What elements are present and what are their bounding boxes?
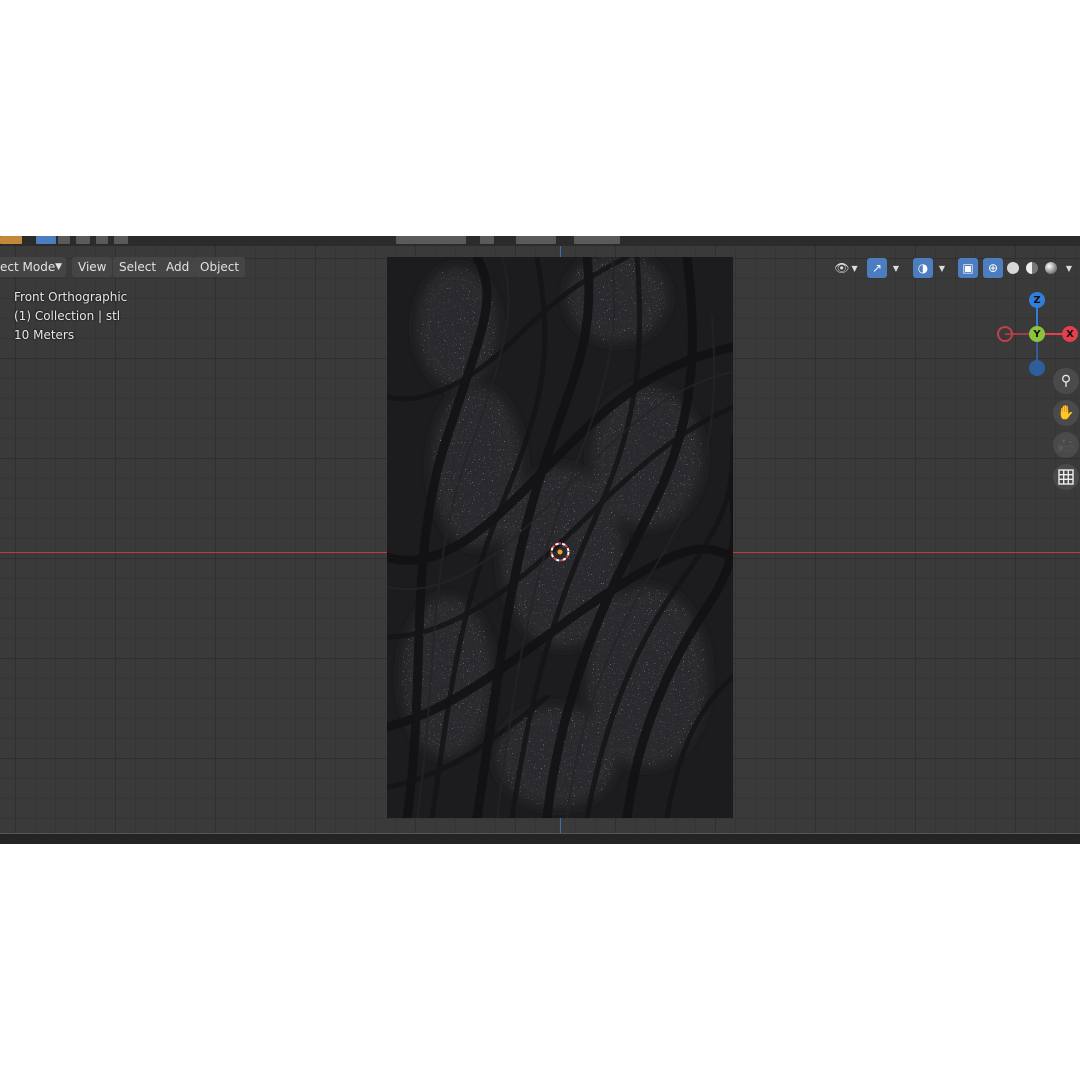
chevron-down-icon[interactable]: ▼: [1062, 258, 1076, 278]
rendered-sphere-icon: [1045, 262, 1057, 274]
gizmo-neg-z[interactable]: [1029, 360, 1045, 376]
overlays-toggle[interactable]: ◑: [913, 258, 933, 278]
gizmo-toggle[interactable]: ↗: [867, 258, 887, 278]
camera-icon[interactable]: 🎥: [1053, 432, 1079, 458]
select-box-icon[interactable]: [36, 236, 56, 244]
gizmo-arrow-icon: ↗: [871, 261, 883, 275]
mesh-texture: [387, 257, 733, 818]
bottom-status-strip: [0, 833, 1080, 844]
view-name-label: Front Orthographic: [14, 290, 128, 304]
3d-viewport[interactable]: Front Orthographic (1) Collection | stl …: [0, 246, 1080, 834]
material-shading-button[interactable]: [1023, 258, 1041, 278]
zoom-icon[interactable]: ⚲: [1053, 368, 1079, 394]
top-toolbar-strip: [0, 236, 1080, 246]
gizmo-neg-x[interactable]: [997, 326, 1013, 342]
pivot-icon[interactable]: [480, 236, 494, 244]
wireframe-shading-button[interactable]: ⊕: [983, 258, 1003, 278]
xray-toggle[interactable]: ▣: [958, 258, 978, 278]
select-extend-icon[interactable]: [58, 236, 70, 244]
grid-scale-label: 10 Meters: [14, 328, 75, 342]
mode-dropdown[interactable]: ect Mode ▼: [0, 257, 66, 277]
stl-mesh-object[interactable]: [387, 257, 733, 818]
blender-window: Front Orthographic (1) Collection | stl …: [0, 236, 1080, 844]
transform-orientation[interactable]: [396, 236, 466, 244]
mode-label: ect Mode: [0, 260, 56, 274]
overlay-circles-icon: ◑: [917, 261, 929, 275]
chevron-down-icon: ▼: [851, 263, 858, 273]
wireframe-sphere-icon: ⊕: [987, 261, 999, 275]
menu-view[interactable]: View: [72, 257, 113, 277]
eye-icon: 👁: [834, 261, 850, 275]
menu-object[interactable]: Object: [194, 257, 246, 277]
chevron-down-icon[interactable]: ▼: [935, 258, 949, 278]
select-intersect-icon[interactable]: [114, 236, 128, 244]
mode-indicator[interactable]: [0, 236, 22, 244]
chevron-down-icon: ▼: [55, 262, 62, 272]
material-sphere-icon: [1026, 262, 1038, 274]
proportional-editing[interactable]: [574, 236, 620, 244]
chevron-down-icon[interactable]: ▼: [889, 258, 903, 278]
collection-label: (1) Collection | stl: [14, 309, 121, 323]
visibility-dropdown[interactable]: 👁 ▼: [830, 258, 862, 278]
menu-select[interactable]: Select: [113, 257, 163, 277]
solid-sphere-icon: [1007, 262, 1019, 274]
3d-cursor[interactable]: [550, 542, 570, 562]
gizmo-y[interactable]: Y: [1029, 326, 1045, 342]
navigation-gizmo[interactable]: Z Y X: [996, 290, 1080, 376]
select-invert-icon[interactable]: [96, 236, 108, 244]
rendered-shading-button[interactable]: [1042, 258, 1060, 278]
solid-shading-button[interactable]: [1004, 258, 1022, 278]
menu-add[interactable]: Add: [160, 257, 196, 277]
select-subtract-icon[interactable]: [76, 236, 90, 244]
grid-icon[interactable]: [1053, 464, 1079, 490]
gizmo-z[interactable]: Z: [1029, 292, 1045, 308]
xray-icon: ▣: [962, 261, 974, 275]
gizmo-x[interactable]: X: [1062, 326, 1078, 342]
hand-pan-icon[interactable]: ✋: [1053, 400, 1079, 426]
snap-toggle[interactable]: [516, 236, 556, 244]
